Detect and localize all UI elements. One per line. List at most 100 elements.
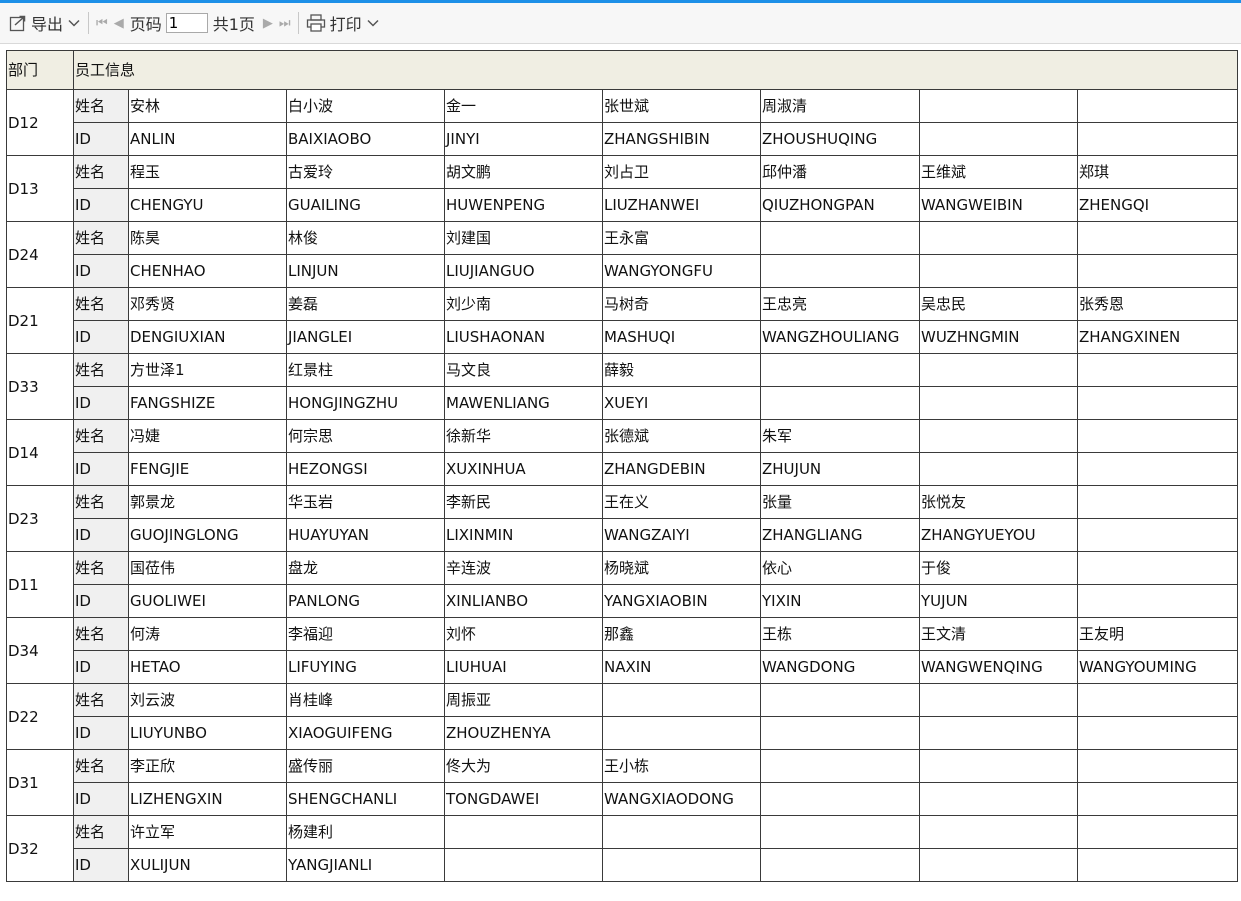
chevron-down-icon	[68, 19, 80, 27]
export-menu-button[interactable]: 导出	[9, 9, 81, 37]
employee-name-cell	[760, 353, 920, 387]
print-menu-button[interactable]: 打印	[306, 9, 380, 37]
next-page-icon[interactable]: ▶	[263, 9, 273, 37]
id-label-cell: ID	[73, 386, 129, 420]
name-label-cell: 姓名	[73, 353, 129, 387]
dept-cell: D22	[6, 683, 74, 750]
employee-name-cell: 辛连波	[444, 551, 603, 585]
id-label-cell: ID	[73, 782, 129, 816]
dept-cell: D24	[6, 221, 74, 288]
employee-name-cell	[919, 749, 1078, 783]
employee-id-cell: GUAILING	[286, 188, 445, 222]
employee-name-cell: 薛毅	[602, 353, 761, 387]
employee-id-cell	[919, 122, 1078, 156]
employee-id-cell: ZHUJUN	[760, 452, 920, 486]
name-label-cell: 姓名	[73, 551, 129, 585]
employee-name-cell: 王小栋	[602, 749, 761, 783]
employee-name-cell: 张秀恩	[1076, 287, 1239, 321]
employee-name-cell: 杨晓斌	[602, 551, 761, 585]
table-row: D34 姓名 何涛 李福迎 刘怀 那鑫 王栋 王文清 王友明	[6, 617, 1239, 684]
print-label: 打印	[329, 15, 362, 34]
employee-name-cell	[1076, 353, 1239, 387]
name-label-cell: 姓名	[73, 89, 129, 123]
dept-cell: D32	[6, 815, 74, 882]
id-label-cell: ID	[73, 848, 129, 882]
employee-name-cell	[760, 683, 920, 717]
export-icon	[9, 15, 26, 32]
employee-id-cell: HETAO	[128, 650, 287, 684]
employee-name-cell: 马树奇	[602, 287, 761, 321]
name-label-cell: 姓名	[73, 287, 129, 321]
employee-name-cell: 王友明	[1076, 617, 1239, 651]
table-row: D21 姓名 邓秀贤 姜磊 刘少南 马树奇 王忠亮 吴忠民 张秀恩	[6, 287, 1239, 354]
employee-id-cell	[760, 716, 920, 750]
employee-name-cell	[1076, 815, 1239, 849]
employee-id-cell	[1076, 782, 1239, 816]
page-number-input[interactable]	[165, 13, 208, 33]
name-label-cell: 姓名	[73, 617, 129, 651]
id-label-cell: ID	[73, 122, 129, 156]
id-label-cell: ID	[73, 650, 129, 684]
employee-id-cell: WANGYONGFU	[602, 254, 761, 288]
employee-id-cell: XINLIANBO	[444, 584, 603, 618]
employee-id-cell: QIUZHONGPAN	[760, 188, 920, 222]
employee-name-cell: 林俊	[286, 221, 445, 255]
employee-name-cell	[444, 815, 603, 849]
employee-name-cell	[919, 221, 1078, 255]
employee-name-cell: 何涛	[128, 617, 287, 651]
table-row: D14 姓名 冯婕 何宗思 徐新华 张德斌 朱军	[6, 419, 1239, 486]
employee-id-cell: GUOLIWEI	[128, 584, 287, 618]
employee-id-cell: NAXIN	[602, 650, 761, 684]
employee-id-cell: CHENGYU	[128, 188, 287, 222]
employee-id-cell: ANLIN	[128, 122, 287, 156]
employee-name-cell: 李福迎	[286, 617, 445, 651]
export-label: 导出	[31, 15, 64, 34]
employee-id-cell: LIZHENGXIN	[128, 782, 287, 816]
dept-cell: D12	[6, 89, 74, 156]
employee-id-cell: DENGIUXIAN	[128, 320, 287, 354]
employee-name-cell: 马文良	[444, 353, 603, 387]
dept-cell: D31	[6, 749, 74, 816]
employee-id-cell: WANGYOUMING	[1076, 650, 1239, 684]
employee-name-cell: 白小波	[286, 89, 445, 123]
employee-name-cell: 国莅伟	[128, 551, 287, 585]
table-row: D12 姓名 安林 白小波 金一 张世斌 周淑清	[6, 89, 1239, 156]
employee-id-cell	[919, 782, 1078, 816]
employee-id-cell: JINYI	[444, 122, 603, 156]
employee-id-cell: LIUZHANWEI	[602, 188, 761, 222]
employee-id-cell: YIXIN	[760, 584, 920, 618]
table-row: D33 姓名 方世泽1 红景柱 马文良 薛毅	[6, 353, 1239, 420]
employee-name-cell	[919, 419, 1078, 453]
employee-id-cell: HONGJINGZHU	[286, 386, 445, 420]
employee-id-cell: PANLONG	[286, 584, 445, 618]
employee-id-cell: WUZHNGMIN	[919, 320, 1078, 354]
table-row: ID GUOJINGLONG HUAYUYAN LIXINMIN WANGZAIYI ZH…	[7, 518, 1239, 552]
id-label-cell: ID	[73, 188, 129, 222]
employee-name-cell: 郑琪	[1076, 155, 1239, 189]
employee-name-cell	[1076, 749, 1239, 783]
employee-name-cell: 杨建利	[286, 815, 445, 849]
employee-id-cell: GUOJINGLONG	[128, 518, 287, 552]
last-page-icon[interactable]: ⏭	[279, 9, 291, 37]
employee-name-cell	[602, 815, 761, 849]
table-row: ID DENGIUXIAN JIANGLEI LIUSHAONAN MASHUQI WAN…	[7, 320, 1239, 354]
first-page-icon[interactable]: ⏮	[96, 9, 108, 37]
employee-id-cell: CHENHAO	[128, 254, 287, 288]
employee-name-cell: 刘少南	[444, 287, 603, 321]
employee-id-cell: XUEYI	[602, 386, 761, 420]
employee-name-cell: 张德斌	[602, 419, 761, 453]
employee-name-cell: 胡文鹏	[444, 155, 603, 189]
employee-name-cell: 刘怀	[444, 617, 603, 651]
employee-id-cell	[760, 848, 920, 882]
employee-name-cell	[1076, 221, 1239, 255]
employee-name-cell	[760, 815, 920, 849]
employee-id-cell: ZHANGYUEYOU	[919, 518, 1078, 552]
employee-name-cell: 李正欣	[128, 749, 287, 783]
employee-id-cell: WANGWEIBIN	[919, 188, 1078, 222]
previous-page-icon[interactable]: ◀	[114, 9, 124, 37]
employee-name-cell	[1076, 551, 1239, 585]
employee-id-cell	[1076, 122, 1239, 156]
employee-id-cell: LIUYUNBO	[128, 716, 287, 750]
name-label-cell: 姓名	[73, 815, 129, 849]
table-row: ID XULIJUN YANGJIANLI	[7, 848, 1239, 882]
